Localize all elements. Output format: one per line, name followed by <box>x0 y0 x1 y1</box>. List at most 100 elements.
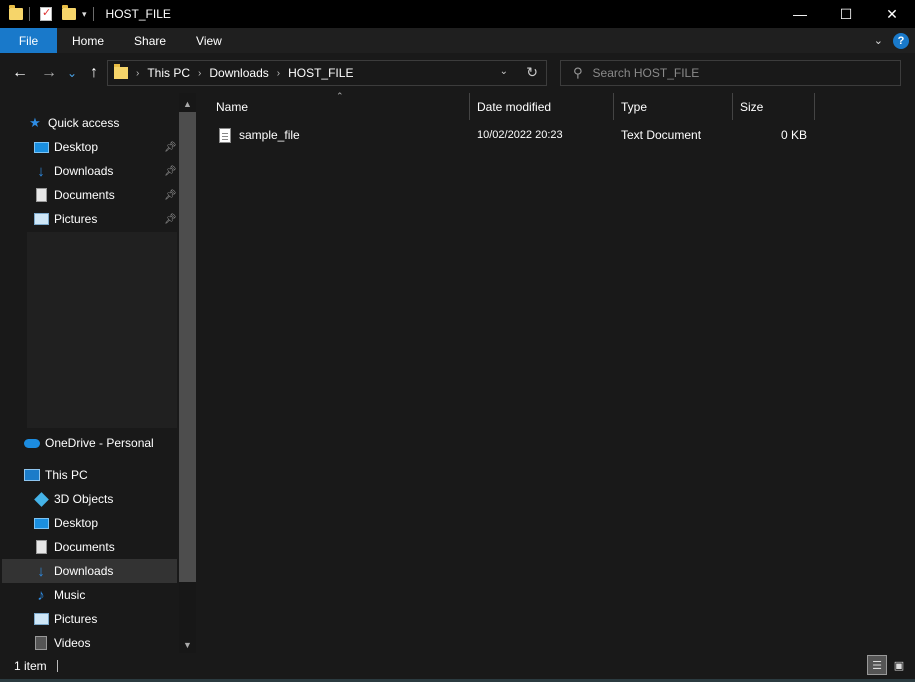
sidebar-item-onedrive[interactable]: OneDrive - Personal <box>24 431 177 455</box>
tab-view[interactable]: View <box>181 28 237 53</box>
folder-icon <box>114 64 128 79</box>
column-header-size[interactable]: Size <box>733 93 815 120</box>
close-button[interactable]: ✕ <box>869 0 915 28</box>
sidebar-item-documents[interactable]: Documents <box>33 535 177 559</box>
new-folder-icon[interactable] <box>62 5 76 20</box>
window-controls: — ☐ ✕ <box>777 0 915 28</box>
scrollbar-thumb[interactable] <box>179 112 196 582</box>
file-name-cell: sample_file <box>219 124 300 146</box>
address-bar[interactable]: › This PC › Downloads › HOST_FILE ⌄ ↻ <box>107 60 547 86</box>
window-title: HOST_FILE <box>105 7 171 21</box>
sidebar-item-this-pc[interactable]: This PC <box>24 463 177 487</box>
back-button[interactable]: ← <box>10 62 30 84</box>
toolbar-separator <box>92 7 94 21</box>
pin-icon[interactable]: 📌︎ <box>164 214 177 225</box>
details-view-icon[interactable]: ☰ <box>867 655 887 675</box>
forward-button[interactable]: → <box>39 62 59 84</box>
item-count: 1 item <box>14 659 47 673</box>
toolbar-separator <box>29 7 30 21</box>
documents-icon <box>33 187 49 203</box>
sidebar-item-label: Pictures <box>54 612 98 626</box>
text-file-icon <box>219 127 231 143</box>
sidebar-item-label: Quick access <box>48 116 120 130</box>
sidebar-item-quick-access[interactable]: ★ Quick access <box>27 111 177 135</box>
file-type: Text Document <box>621 128 702 142</box>
sidebar-item-label: Documents <box>54 188 115 202</box>
status-separator <box>56 660 58 672</box>
view-toggle: ☰ ▣ <box>867 655 909 675</box>
videos-icon <box>33 635 49 651</box>
file-list: ⌃ Name Date modified Type Size sample_fi… <box>198 91 915 653</box>
file-size: 0 KB <box>780 128 807 142</box>
minimize-button[interactable]: — <box>777 0 823 28</box>
sidebar-item-label: Videos <box>54 636 91 650</box>
search-input[interactable] <box>592 66 873 80</box>
sidebar-scrollbar[interactable]: ▲ ▼ <box>179 93 196 653</box>
pin-icon[interactable]: 📌︎ <box>164 166 177 177</box>
pin-icon[interactable]: 📌︎ <box>164 142 177 153</box>
tab-home[interactable]: Home <box>57 28 119 53</box>
help-icon[interactable]: ? <box>893 32 909 49</box>
sidebar-item-downloads[interactable]: ↓ Downloads 📌︎ <box>33 159 177 183</box>
column-header-type[interactable]: Type <box>614 93 733 120</box>
empty-area <box>27 232 177 428</box>
sidebar-item-3d-objects[interactable]: 3D Objects <box>33 487 177 511</box>
breadcrumb-separator[interactable]: › <box>198 68 201 79</box>
downloads-icon: ↓ <box>37 162 45 180</box>
scroll-down-icon[interactable]: ▼ <box>179 636 196 653</box>
downloads-icon: ↓ <box>37 562 45 580</box>
sidebar-item-downloads[interactable]: ↓ Downloads <box>2 559 177 583</box>
file-name: sample_file <box>239 128 300 142</box>
this-pc-icon <box>24 467 40 483</box>
status-bar: 1 item ☰ ▣ <box>0 653 915 679</box>
address-history-dropdown-icon[interactable]: ⌄ <box>500 66 508 77</box>
desktop-icon <box>33 515 49 531</box>
tab-share[interactable]: Share <box>119 28 181 53</box>
pin-icon[interactable]: 📌︎ <box>164 190 177 201</box>
sidebar-item-videos[interactable]: Videos <box>33 631 177 655</box>
up-button[interactable]: ↑ <box>84 62 104 84</box>
column-header-date-modified[interactable]: Date modified <box>470 93 614 120</box>
sidebar-item-label: OneDrive - Personal <box>45 436 154 450</box>
sidebar-item-pictures[interactable]: Pictures 📌︎ <box>33 207 177 231</box>
file-row[interactable]: sample_file 10/02/2022 20:23 Text Docume… <box>198 124 915 146</box>
breadcrumb-separator[interactable]: › <box>136 68 139 79</box>
documents-icon <box>33 539 49 555</box>
star-icon: ★ <box>29 115 41 130</box>
large-icons-view-icon[interactable]: ▣ <box>889 655 909 675</box>
sidebar-item-desktop[interactable]: Desktop 📌︎ <box>33 135 177 159</box>
properties-icon[interactable] <box>40 6 52 21</box>
ribbon-tabs: File Home Share View ⌄ ? <box>0 28 915 53</box>
folder-icon <box>9 5 23 20</box>
navigation-bar: ← → ⌄ ↑ › This PC › Downloads › HOST_FIL… <box>0 53 915 93</box>
sidebar-item-label: This PC <box>45 468 88 482</box>
search-box[interactable]: ⚲ <box>560 60 901 86</box>
sidebar-item-desktop[interactable]: Desktop <box>33 511 177 535</box>
sidebar-item-pictures[interactable]: Pictures <box>33 607 177 631</box>
tab-file[interactable]: File <box>0 28 57 53</box>
sidebar-item-label: Downloads <box>54 564 114 578</box>
sidebar-item-label: Downloads <box>54 164 114 178</box>
sidebar-item-music[interactable]: ♪ Music <box>33 583 177 607</box>
breadcrumb-separator[interactable]: › <box>277 68 280 79</box>
recent-locations-button[interactable]: ⌄ <box>64 62 80 84</box>
title-bar: ▾ HOST_FILE — ☐ ✕ <box>0 0 915 28</box>
3d-objects-icon <box>33 491 49 507</box>
column-header-name[interactable]: Name <box>209 93 470 120</box>
pictures-icon <box>33 611 49 627</box>
breadcrumb-this-pc[interactable]: This PC <box>147 66 190 80</box>
maximize-button[interactable]: ☐ <box>823 0 869 28</box>
sidebar-item-label: Desktop <box>54 516 99 530</box>
expand-ribbon-icon[interactable]: ⌄ <box>874 34 883 47</box>
customize-toolbar-icon[interactable]: ▾ <box>82 9 87 20</box>
sidebar-item-label: Documents <box>54 540 115 554</box>
sidebar-item-label: Desktop <box>54 140 99 154</box>
navigation-pane: ★ Quick access Desktop 📌︎ ↓ Downloads 📌︎… <box>0 93 197 653</box>
sidebar-item-documents[interactable]: Documents 📌︎ <box>33 183 177 207</box>
breadcrumb-downloads[interactable]: Downloads <box>209 66 268 80</box>
scroll-up-icon[interactable]: ▲ <box>179 95 196 112</box>
refresh-icon[interactable]: ↻ <box>526 64 538 81</box>
file-date: 10/02/2022 20:23 <box>477 129 563 141</box>
sidebar-item-label: Music <box>54 588 86 602</box>
breadcrumb-host-file[interactable]: HOST_FILE <box>288 66 353 80</box>
